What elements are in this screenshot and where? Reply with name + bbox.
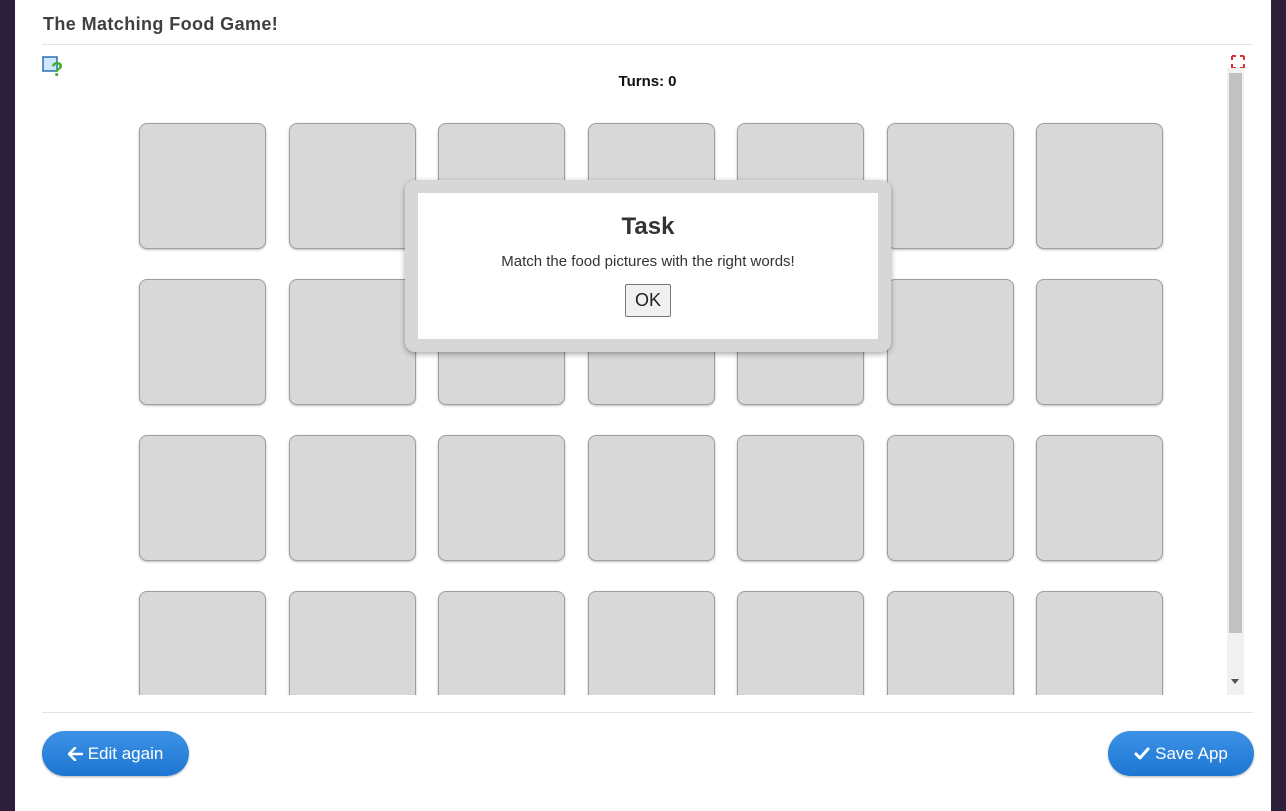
fullscreen-icon[interactable] [1231,55,1245,69]
memory-card[interactable] [737,435,864,561]
game-area: ? Turns: 0 [42,48,1253,695]
turns-value: 0 [668,73,677,90]
memory-card[interactable] [289,123,416,249]
memory-card[interactable] [588,591,715,695]
memory-card[interactable] [139,591,266,695]
memory-card[interactable] [1036,279,1163,405]
scroll-down-arrow-icon[interactable] [1231,679,1239,684]
ok-button[interactable]: OK [624,284,671,317]
edit-again-label: Edit again [87,743,164,763]
task-dialog: Task Match the food pictures with the ri… [405,180,891,352]
bottom-divider [42,712,1253,713]
scrollbar-thumb[interactable] [1229,73,1242,633]
memory-card[interactable] [588,435,715,561]
arrow-left-icon [67,746,83,761]
memory-card[interactable] [289,435,416,561]
memory-card[interactable] [289,279,416,405]
memory-card[interactable] [1036,435,1163,561]
memory-card[interactable] [438,435,565,561]
dialog-message: Match the food pictures with the right w… [501,253,795,270]
scrollbar[interactable] [1227,68,1244,695]
memory-card[interactable] [1036,123,1163,249]
dialog-title: Task [621,213,675,240]
memory-card[interactable] [887,591,1014,695]
save-app-label: Save App [1155,743,1228,763]
page-title: The Matching Food Game! [43,14,279,34]
memory-card[interactable] [887,279,1014,405]
checkmark-icon [1134,747,1150,760]
memory-card[interactable] [887,123,1014,249]
memory-card[interactable] [289,591,416,695]
save-app-button[interactable]: Save App [1108,731,1254,776]
memory-card[interactable] [139,435,266,561]
top-divider [42,44,1253,45]
app-frame: The Matching Food Game! ? Turns: 0 [15,0,1271,811]
memory-card[interactable] [887,435,1014,561]
edit-again-button[interactable]: Edit again [42,731,189,776]
task-dialog-body: Task Match the food pictures with the ri… [418,193,878,339]
memory-card[interactable] [438,591,565,695]
memory-card[interactable] [139,279,266,405]
turns-label: Turns: [618,73,665,90]
memory-card[interactable] [139,123,266,249]
memory-card[interactable] [1036,591,1163,695]
memory-card[interactable] [737,591,864,695]
turns-counter: Turns: 0 [42,73,1253,90]
